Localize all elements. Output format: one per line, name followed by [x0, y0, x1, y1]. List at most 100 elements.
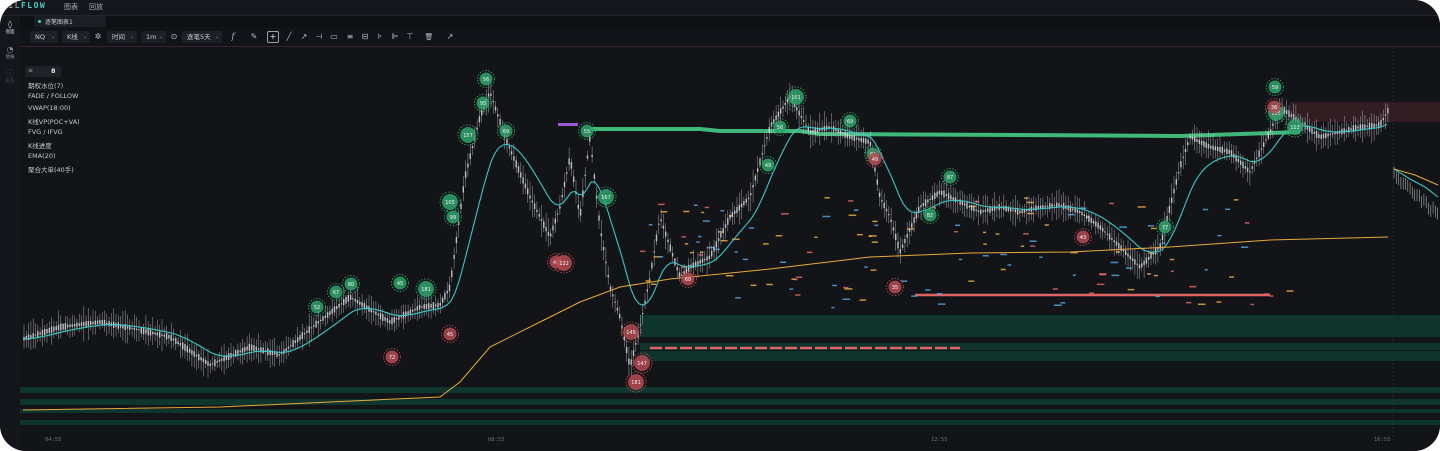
fvg-zone	[20, 399, 1440, 405]
menu-replay[interactable]: 回放	[89, 2, 103, 12]
candle-body	[798, 110, 800, 116]
sidebar-item-board[interactable]: ◊ 盘面	[0, 20, 20, 40]
candle-body	[96, 320, 99, 325]
candle-body	[1062, 203, 1065, 210]
candle-body	[195, 354, 198, 357]
candle-body	[508, 146, 510, 149]
candle-body	[1246, 167, 1249, 172]
candle-body	[943, 190, 945, 198]
text-tool-icon[interactable]: ≡	[344, 31, 356, 43]
indicator-volume-profile[interactable]: K线VP(POC+VA)	[28, 116, 80, 126]
order-mark	[1023, 233, 1029, 235]
candle-body	[934, 192, 936, 200]
indicator-candle-progress[interactable]: K线进度	[28, 140, 52, 150]
order-mark	[1027, 212, 1034, 215]
indicator-vwap[interactable]: VWAP(18:00)	[28, 104, 71, 112]
candle-body	[911, 223, 913, 228]
order-mark	[1186, 301, 1192, 304]
indicator-option-levels[interactable]: 期权水位(7)	[28, 80, 63, 90]
candle-body	[138, 329, 140, 331]
candle-body	[536, 209, 538, 212]
function-icon[interactable]: f	[227, 31, 239, 43]
candle-body	[805, 124, 807, 126]
fib-tool-icon[interactable]: ⊧	[374, 31, 386, 43]
candle-body	[129, 326, 131, 330]
candle-body	[172, 338, 175, 341]
rectangle-tool-icon[interactable]: ▭	[328, 31, 340, 43]
order-mark	[1225, 208, 1231, 211]
menu-chart[interactable]: 图表	[64, 2, 78, 12]
candle-body	[639, 324, 642, 326]
candle-body	[573, 176, 575, 182]
candle-body	[1079, 210, 1081, 214]
candle-body	[1244, 165, 1246, 169]
candle-body	[55, 326, 57, 331]
anchor-tool-icon[interactable]: ⊤	[404, 31, 416, 43]
candle-body	[170, 334, 172, 342]
candle-body	[1373, 123, 1375, 128]
horizontal-line-tool-icon[interactable]: ⊣	[313, 31, 325, 43]
indicator-ema[interactable]: EMA(20)	[28, 152, 56, 160]
volume-bubble-buy-label: 52	[314, 305, 320, 311]
candle-body	[418, 304, 421, 310]
candle-body	[1228, 149, 1230, 154]
measure-tool-icon[interactable]: ⊟	[359, 31, 371, 43]
position-tool-icon[interactable]: ⊫	[389, 31, 401, 43]
candle-body	[731, 212, 734, 218]
sidebar-item-intel[interactable]: ◔ 情报	[0, 45, 20, 65]
delete-icon[interactable]: 🗑	[423, 31, 435, 43]
candle-body	[1173, 188, 1175, 194]
candle-body	[722, 228, 724, 234]
chart-type-select[interactable]: K线 ⌄	[62, 31, 90, 43]
order-mark	[1020, 245, 1025, 248]
candle-body	[412, 309, 414, 312]
candle-body	[855, 137, 858, 140]
volume-bubble-buy-label: 82	[927, 213, 933, 219]
tab-tick-chart-1[interactable]: 逐笔图表1	[34, 16, 106, 27]
symbol-select[interactable]: NQ ⌄	[30, 31, 58, 43]
price-chart[interactable]: 56 95 157 69 105 99 52 67 80 45 181 55 167 49 101 56 69 6…	[20, 47, 1440, 437]
candle-body	[292, 340, 294, 348]
crosshair-tool-icon[interactable]: +	[267, 31, 279, 43]
indicator-fvg[interactable]: FVG / IFVG	[28, 128, 63, 136]
candle-body	[1343, 128, 1345, 134]
external-link-icon[interactable]: ↗	[444, 31, 456, 43]
volume-bubble-buy-label: 101	[791, 95, 801, 101]
candle-body	[359, 301, 361, 305]
fvg-zone	[640, 315, 1440, 337]
indicator-header[interactable]: ≡ 8	[25, 66, 61, 77]
order-mark	[859, 299, 867, 301]
order-mark	[847, 200, 854, 202]
order-mark	[766, 283, 773, 286]
candle-body	[667, 239, 669, 243]
candle-body	[34, 334, 37, 336]
candle-body	[320, 319, 322, 322]
candle-body	[734, 210, 736, 214]
order-mark	[864, 266, 868, 268]
candle-body	[1207, 144, 1210, 149]
timeframe-select[interactable]: 1m ⌄	[141, 31, 166, 43]
axis-mode-select[interactable]: 时间 ⌄	[107, 31, 137, 43]
candle-body	[306, 330, 308, 333]
indicator-fade-follow[interactable]: FADE / FOLLOW	[28, 92, 78, 100]
indicator-large-orders[interactable]: 聚合大单(40手)	[28, 164, 74, 174]
line-tool-icon[interactable]: ╱	[283, 31, 295, 43]
ray-tool-icon[interactable]: ↗	[298, 31, 310, 43]
candle-body	[244, 347, 246, 352]
pen-tool-icon[interactable]: ✎	[248, 31, 260, 43]
candle-body	[60, 323, 62, 331]
volume-bubble-sell-label: 122	[559, 261, 569, 267]
candle-body	[133, 327, 136, 330]
candle-body	[1136, 263, 1138, 265]
candle-body	[299, 335, 301, 341]
candle-body	[117, 322, 119, 329]
order-mark	[853, 209, 859, 211]
candle-body	[1345, 129, 1348, 131]
candle-body	[73, 323, 76, 327]
sidebar: ◊ 盘面 ◔ 情报 ⓘ 形态	[0, 16, 21, 451]
settings-icon[interactable]: ✲	[92, 31, 104, 43]
order-mark	[937, 303, 946, 305]
range-select[interactable]: 逐笔5天 ⌄	[182, 31, 222, 43]
candle-body	[570, 162, 573, 169]
candle-body	[177, 341, 179, 345]
